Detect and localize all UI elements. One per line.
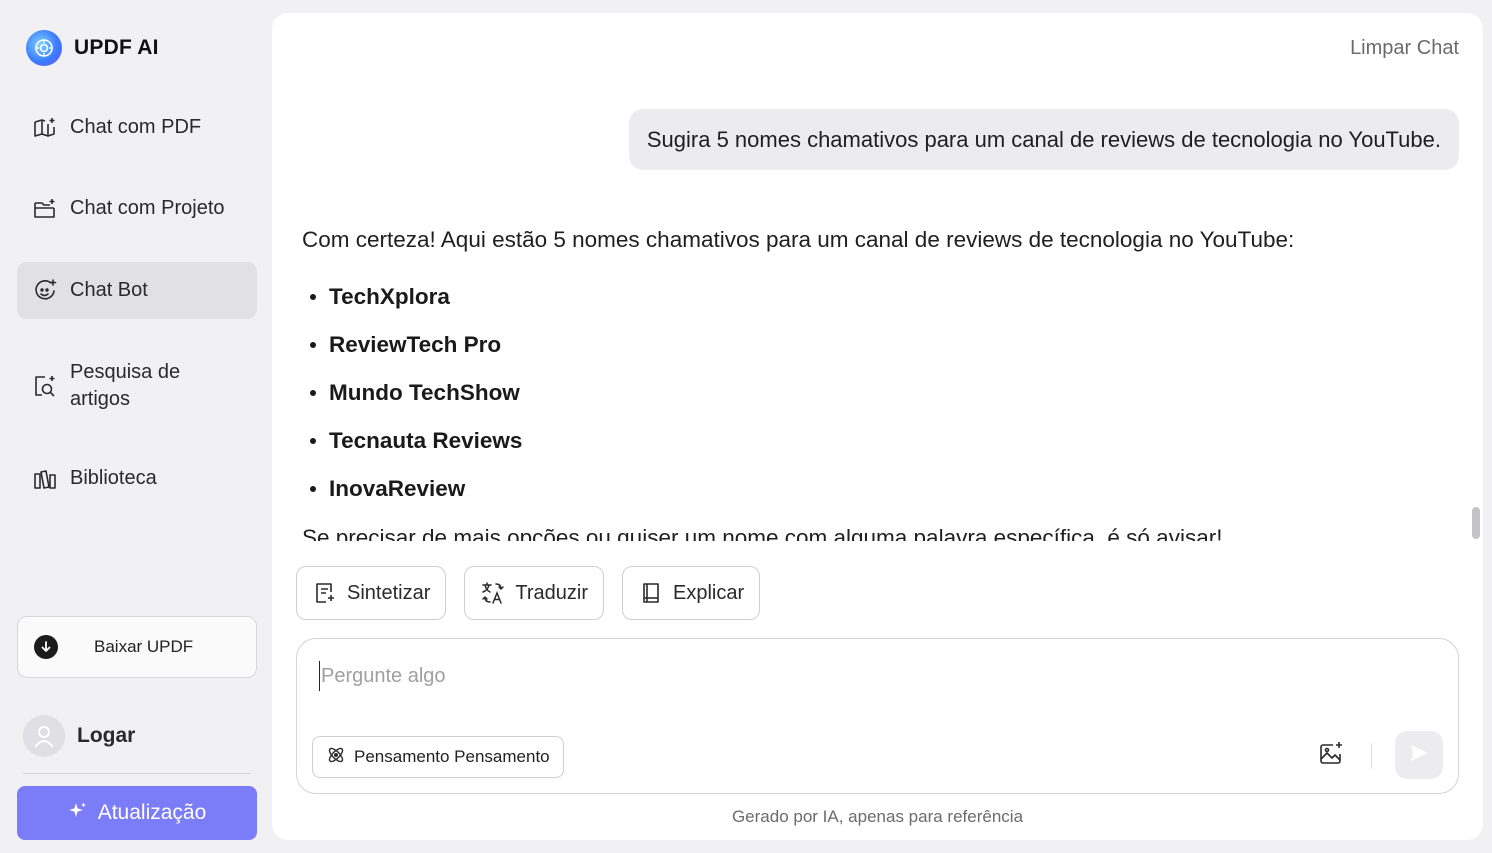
document-search-icon	[32, 373, 58, 399]
ai-disclaimer: Gerado por IA, apenas para referência	[731, 807, 1024, 826]
explain-label: Explicar	[672, 581, 745, 604]
sidebar-item-label: Chat com PDF	[70, 116, 202, 138]
translate-icon	[480, 580, 506, 606]
response-outro: Se precisar de mais opções ou quiser um …	[302, 525, 1223, 541]
bullet	[310, 342, 316, 348]
library-books-icon	[32, 466, 58, 492]
send-icon	[1408, 742, 1430, 769]
image-upload-button[interactable]	[1314, 739, 1348, 773]
sparkle-icon	[68, 801, 88, 826]
list-item: InovaReview	[310, 465, 1442, 513]
response-intro: Com certeza! Aqui estão 5 nomes chamativ…	[302, 227, 1295, 252]
image-sparkle-icon	[1317, 740, 1345, 773]
sidebar-item-label: Biblioteca	[70, 467, 157, 489]
login-button[interactable]: Logar	[23, 715, 135, 757]
divider	[23, 773, 251, 774]
bot-face-icon	[32, 278, 58, 304]
prompt-box: Pensamento Pensamento	[296, 638, 1459, 794]
avatar	[23, 715, 65, 757]
summarize-label: Sintetizar	[347, 581, 431, 604]
list-item-text: Mundo TechShow	[329, 380, 520, 405]
download-icon	[34, 635, 58, 659]
list-item-text: InovaReview	[329, 476, 466, 501]
sidebar-item-pesquisa[interactable]: Pesquisa de artigos	[17, 350, 257, 422]
list-item-text: TechXplora	[329, 284, 450, 309]
list-item: TechXplora	[310, 273, 1442, 321]
bullet	[310, 390, 316, 396]
bullet	[310, 486, 316, 492]
updf-logo-icon	[26, 30, 62, 66]
list-item: Mundo TechShow	[310, 369, 1442, 417]
folder-sparkle-icon	[32, 196, 58, 222]
summarize-icon	[312, 580, 338, 606]
send-button[interactable]	[1395, 731, 1443, 779]
summarize-button[interactable]: Sintetizar	[296, 566, 447, 620]
download-updf-button[interactable]: Baixar UPDF	[17, 616, 257, 678]
list-item: ReviewTech Pro	[310, 321, 1442, 369]
download-label: Baixar UPDF	[94, 637, 194, 656]
prompt-input[interactable]	[319, 661, 1419, 691]
divider	[1371, 743, 1372, 769]
user-message-bubble: Sugira 5 nomes chamativos para um canal …	[628, 109, 1459, 170]
sidebar-item-biblioteca[interactable]: Biblioteca	[17, 450, 257, 507]
sidebar-item-label: Chat com Projeto	[70, 197, 225, 219]
list-item-text: Tecnauta Reviews	[329, 428, 523, 453]
translate-label: Traduzir	[515, 581, 588, 604]
translate-button[interactable]: Traduzir	[464, 566, 604, 620]
bullet	[310, 294, 316, 300]
brand-name: UPDF AI	[74, 36, 159, 59]
assistant-response: Com certeza! Aqui estão 5 nomes chamativ…	[302, 221, 1442, 541]
bullet	[310, 438, 316, 444]
sidebar-item-chat-projeto[interactable]: Chat com Projeto	[17, 180, 257, 237]
sidebar-item-label: Chat Bot	[70, 279, 148, 301]
clear-chat-button[interactable]: Limpar Chat	[1350, 37, 1459, 60]
explain-button[interactable]: Explicar	[621, 566, 761, 620]
list-item: Tecnauta Reviews	[310, 417, 1442, 465]
login-label: Logar	[77, 724, 136, 747]
list-item-text: ReviewTech Pro	[329, 332, 502, 357]
upgrade-label: Atualização	[97, 801, 207, 824]
chat-panel: Limpar Chat Sugira 5 nomes chamativos pa…	[272, 13, 1483, 840]
sidebar: UPDF AI Chat com PDF Chat com Projeto Ch…	[0, 0, 272, 853]
book-icon	[638, 580, 664, 606]
book-sparkle-icon	[32, 115, 58, 141]
quick-actions: Sintetizar Traduzir Explicar	[296, 566, 761, 620]
sidebar-item-chat-pdf[interactable]: Chat com PDF	[17, 99, 257, 156]
sidebar-item-chat-bot[interactable]: Chat Bot	[17, 262, 257, 319]
thinking-label: Pensamento Pensamento	[354, 747, 550, 766]
brand[interactable]: UPDF AI	[26, 30, 159, 66]
response-list: TechXplora ReviewTech Pro Mundo TechShow…	[302, 273, 1442, 513]
atom-icon	[326, 745, 346, 770]
sidebar-item-label: Pesquisa de artigos	[70, 361, 181, 410]
thinking-toggle[interactable]: Pensamento Pensamento	[312, 736, 564, 778]
scrollbar-thumb[interactable]	[1472, 507, 1480, 539]
upgrade-button[interactable]: Atualização	[17, 786, 257, 840]
